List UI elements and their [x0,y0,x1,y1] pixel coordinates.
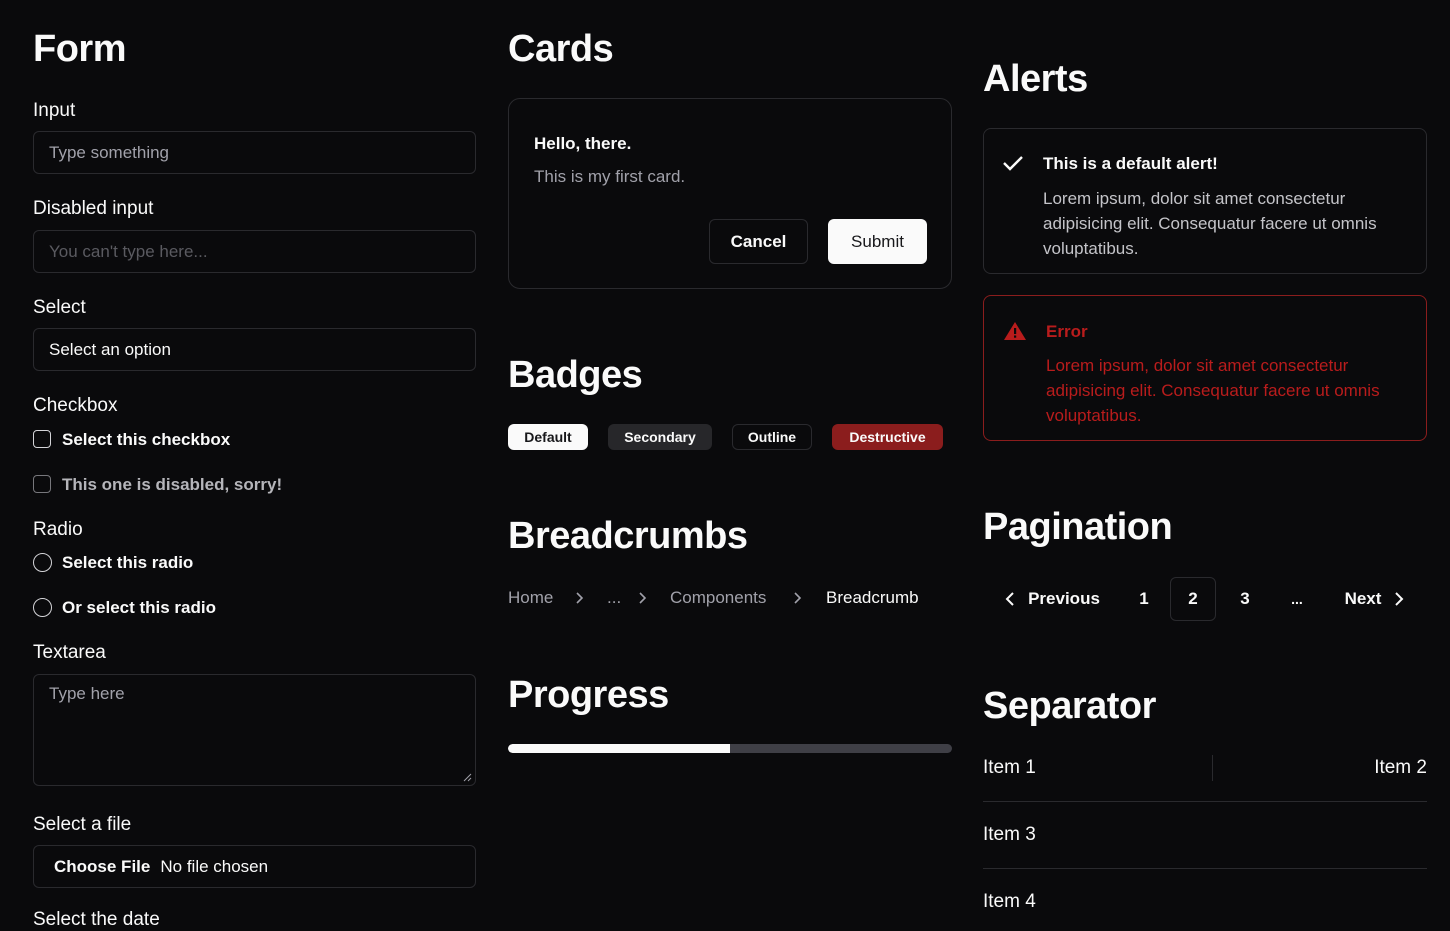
pagination-page-3[interactable]: 3 [1223,577,1267,621]
input-label: Input [33,100,76,121]
error-alert: Error Lorem ipsum, dolor sit amet consec… [983,295,1427,441]
next-label: Next [1344,589,1382,608]
breadcrumbs-title: Breadcrumbs [508,515,748,557]
select-dropdown[interactable]: Select an option [33,328,476,371]
chevron-right-icon [639,592,647,604]
pagination-ellipsis: ... [1291,591,1303,607]
cards-title: Cards [508,28,614,70]
radio-1-label[interactable]: Select this radio [62,553,193,573]
badge-default: Default [508,424,588,450]
textarea-placeholder: Type here [49,684,125,703]
text-input[interactable]: Type something [33,131,476,174]
default-alert-title: This is a default alert! [1043,154,1218,173]
file-status: No file chosen [160,856,269,876]
checkbox-label: Checkbox [33,395,118,416]
textarea-label: Textarea [33,642,106,663]
separator-title: Separator [983,685,1156,727]
horizontal-separator [983,868,1427,869]
submit-button[interactable]: Submit [828,219,927,264]
file-label: Select a file [33,814,132,835]
badges-title: Badges [508,354,643,396]
pagination-previous[interactable]: Previous [995,577,1109,621]
radio-2-label[interactable]: Or select this radio [62,598,216,618]
badge-outline: Outline [732,424,812,450]
chevron-right-icon [576,592,584,604]
textarea[interactable]: Type here [33,674,476,786]
disabled-input: You can't type here... [33,230,476,273]
file-input[interactable]: Choose File No file chosen [33,845,476,888]
radio-1[interactable] [33,553,52,572]
separator-item-4: Item 4 [983,891,1036,912]
separator-item-3: Item 3 [983,824,1036,845]
breadcrumb-home[interactable]: Home [508,588,553,608]
default-alert: This is a default alert! Lorem ipsum, do… [983,128,1427,274]
separator-item-1: Item 1 [983,757,1036,778]
pagination-page-2[interactable]: 2 [1170,577,1216,621]
text-input-placeholder: Type something [49,142,170,162]
cancel-button[interactable]: Cancel [709,219,808,264]
radio-label: Radio [33,519,83,540]
progress-title: Progress [508,674,669,716]
disabled-input-label: Disabled input [33,198,154,219]
select-value: Select an option [49,339,171,359]
badge-destructive: Destructive [832,424,943,450]
select-label: Select [33,297,86,318]
date-label: Select the date [33,909,160,930]
breadcrumb-current: Breadcrumb [826,588,919,607]
badge-secondary: Secondary [608,424,712,450]
radio-2[interactable] [33,598,52,617]
error-alert-text: Lorem ipsum, dolor sit amet consectetur … [1046,356,1380,425]
progress-bar [508,744,952,753]
checkbox-option-label[interactable]: Select this checkbox [62,430,230,450]
error-alert-title: Error [1046,322,1088,341]
choose-file-button[interactable]: Choose File [54,857,150,877]
check-icon [1003,156,1023,171]
pagination-page-1[interactable]: 1 [1122,577,1166,621]
pagination-title: Pagination [983,506,1173,548]
resize-handle-icon[interactable] [462,772,472,782]
breadcrumb-ellipsis[interactable]: ... [607,588,621,608]
previous-label: Previous [1028,589,1100,608]
alerts-title: Alerts [983,58,1088,100]
disabled-input-placeholder: You can't type here... [49,241,208,261]
vertical-separator [1212,755,1213,781]
checkbox[interactable] [33,430,51,448]
card-text: This is my first card. [534,167,686,186]
pagination-next[interactable]: Next [1334,577,1416,621]
card: Hello, there. This is my first card. Can… [508,98,952,289]
breadcrumb-components[interactable]: Components [670,588,766,608]
chevron-left-icon [1005,592,1014,606]
separator-item-2: Item 2 [1374,757,1427,778]
chevron-right-icon [1395,592,1404,606]
warning-triangle-icon [1004,322,1026,340]
checkbox-disabled [33,475,51,493]
form-title: Form [33,28,127,70]
checkbox-disabled-label: This one is disabled, sorry! [62,475,283,494]
default-alert-text: Lorem ipsum, dolor sit amet consectetur … [1043,189,1377,258]
progress-fill [508,744,730,753]
card-title: Hello, there. [534,134,632,153]
horizontal-separator [983,801,1427,802]
chevron-right-icon [794,592,802,604]
